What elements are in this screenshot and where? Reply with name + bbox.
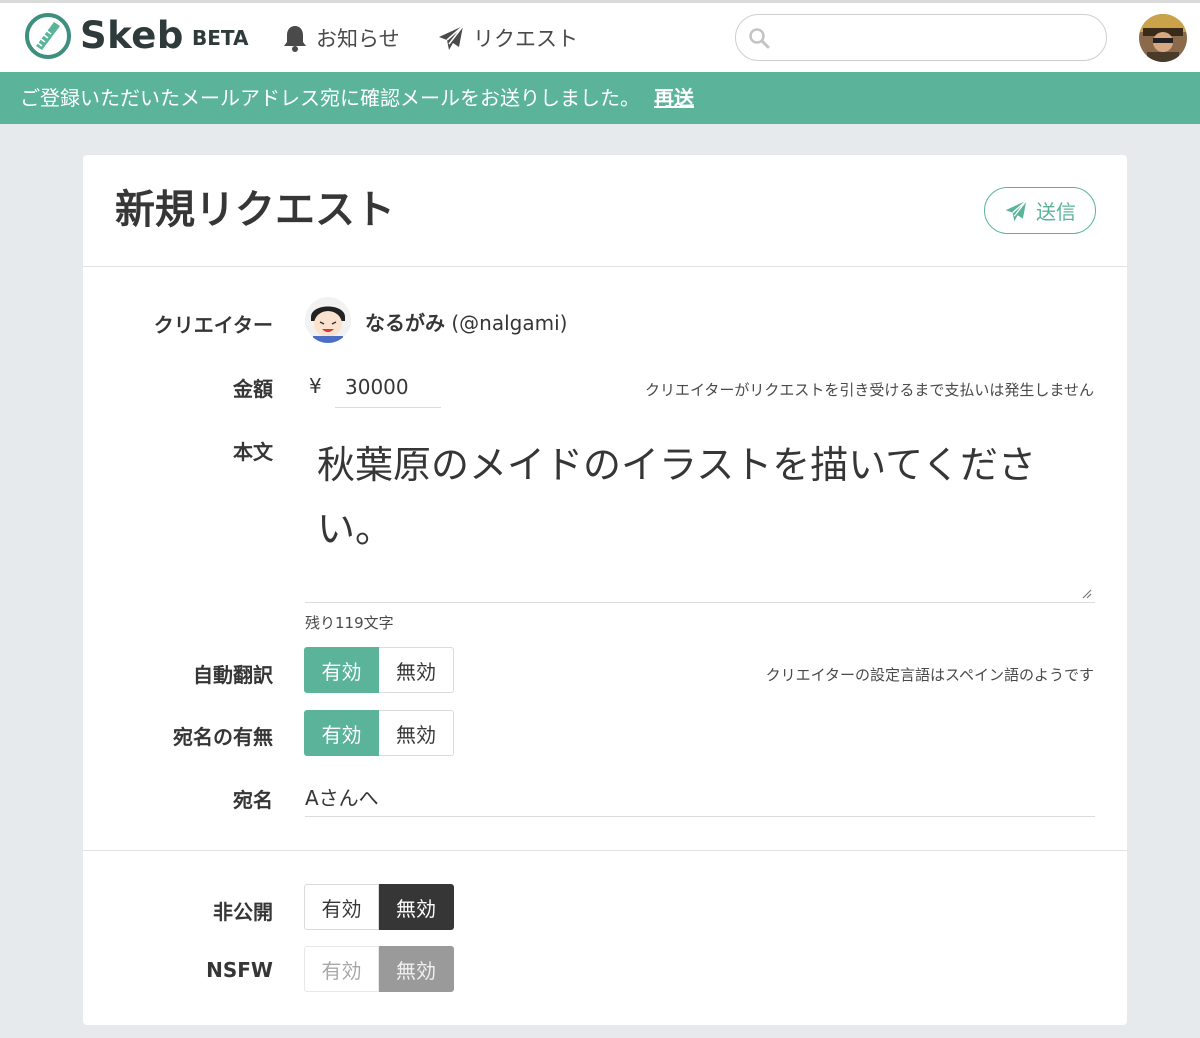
send-button-label: 送信 xyxy=(1036,200,1076,224)
nav-notifications[interactable]: お知らせ xyxy=(282,22,400,54)
paper-plane-icon xyxy=(1005,199,1027,221)
body-textarea[interactable]: 秋葉原のメイドのイラストを描いてください。 xyxy=(305,433,1095,603)
email-confirmation-notice: ご登録いただいたメールアドレス宛に確認メールをお送りしました。 再送 xyxy=(0,72,1200,124)
beta-label: BETA xyxy=(192,26,249,50)
nav-request-label: リクエスト xyxy=(473,27,578,51)
paper-plane-icon xyxy=(439,25,464,50)
nav-request[interactable]: リクエスト xyxy=(437,22,578,54)
notice-message: ご登録いただいたメールアドレス宛に確認メールをお送りしました。 xyxy=(20,86,640,110)
auto-translate-off-option[interactable]: 無効 xyxy=(379,647,454,693)
creator-display-name: なるがみ xyxy=(365,311,445,335)
header-divider xyxy=(83,266,1127,267)
skeb-logo-icon[interactable] xyxy=(24,12,72,60)
send-button[interactable]: 送信 xyxy=(984,187,1096,234)
nsfw-toggle: 有効 無効 xyxy=(304,946,454,992)
currency-symbol: ¥ xyxy=(309,374,322,398)
private-on-option[interactable]: 有効 xyxy=(304,884,379,930)
addressee-toggle-label: 宛名の有無 xyxy=(173,725,273,749)
addressee-label: 宛名 xyxy=(233,788,273,812)
addressee-toggle: 有効 無効 xyxy=(304,710,454,756)
auto-translate-toggle: 有効 無効 xyxy=(304,647,454,693)
body-label: 本文 xyxy=(233,440,273,464)
language-hint: クリエイターの設定言語はスペイン語のようです xyxy=(765,666,1094,684)
section-divider xyxy=(83,850,1127,851)
private-toggle: 有効 無効 xyxy=(304,884,454,930)
new-request-card: 新規リクエスト 送信 クリエイター なるがみ (@nalgami) 金額 ¥ ク… xyxy=(83,155,1127,1025)
user-avatar[interactable] xyxy=(1139,14,1187,62)
addressee-off-option[interactable]: 無効 xyxy=(379,710,454,756)
auto-translate-label: 自動翻訳 xyxy=(193,663,273,687)
creator-avatar[interactable] xyxy=(305,297,351,343)
top-navbar: Skeb BETA お知らせ リクエスト xyxy=(0,0,1200,72)
nsfw-label: NSFW xyxy=(206,958,273,982)
navbar-top-border xyxy=(0,0,1200,3)
nsfw-on-option: 有効 xyxy=(304,946,379,992)
nav-notifications-label: お知らせ xyxy=(316,27,400,51)
addressee-input[interactable] xyxy=(305,777,1095,817)
nsfw-off-option: 無効 xyxy=(379,946,454,992)
amount-input[interactable] xyxy=(335,367,441,408)
logo-text[interactable]: Skeb xyxy=(80,14,184,58)
addressee-on-option[interactable]: 有効 xyxy=(304,710,379,756)
search-box[interactable] xyxy=(735,14,1107,61)
resend-link[interactable]: 再送 xyxy=(654,86,694,110)
private-off-option[interactable]: 無効 xyxy=(379,884,454,930)
creator-label: クリエイター xyxy=(153,313,273,337)
amount-hint: クリエイターがリクエストを引き受けるまで支払いは発生しません xyxy=(645,381,1094,399)
creator-handle: (@nalgami) xyxy=(451,311,568,335)
private-label: 非公開 xyxy=(213,900,273,924)
search-input[interactable] xyxy=(780,23,1090,53)
page-title: 新規リクエスト xyxy=(115,187,395,233)
remaining-characters: 残り119文字 xyxy=(305,614,394,632)
amount-label: 金額 xyxy=(233,377,273,401)
auto-translate-on-option[interactable]: 有効 xyxy=(304,647,379,693)
bell-icon xyxy=(284,26,306,52)
search-icon xyxy=(749,28,770,49)
creator-avatar-image xyxy=(305,297,351,343)
user-avatar-image xyxy=(1139,14,1187,62)
creator-name[interactable]: なるがみ (@nalgami) xyxy=(365,307,567,336)
resize-grip-icon[interactable] xyxy=(1080,587,1092,599)
